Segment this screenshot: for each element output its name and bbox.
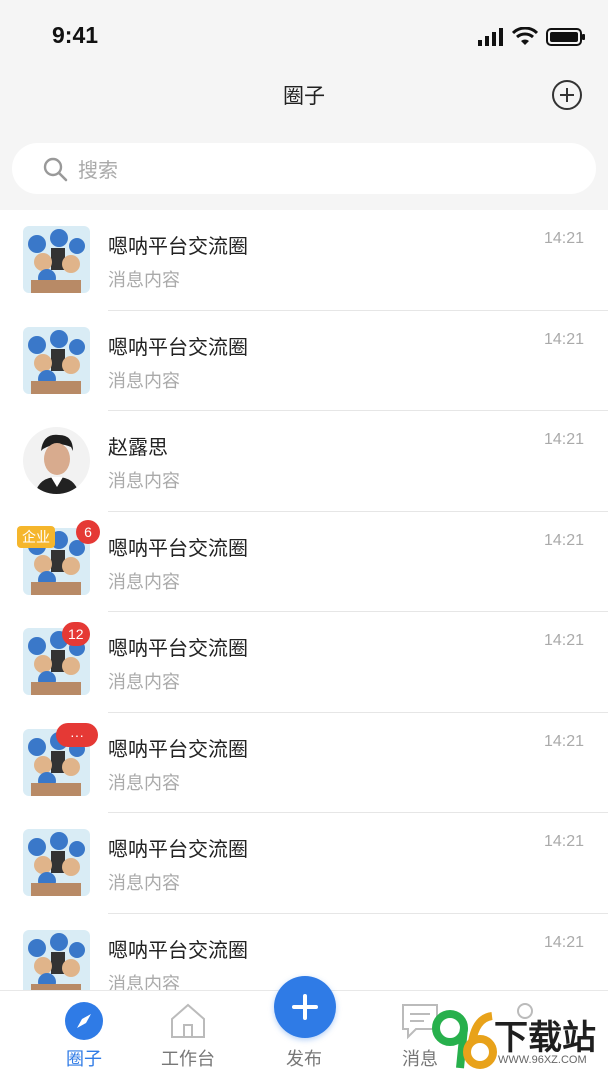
tab-workbench[interactable]: 工作台 xyxy=(128,991,248,1080)
circle-list: 嗯呐平台交流圈 消息内容 14:21 嗯呐平台交流圈 消息内容 14:21 赵露… xyxy=(0,210,608,990)
item-title: 嗯呐平台交流圈 xyxy=(108,636,248,660)
item-time: 14:21 xyxy=(543,933,584,951)
list-item[interactable]: 赵露思 消息内容 14:21 xyxy=(0,411,608,512)
item-title: 嗯呐平台交流圈 xyxy=(108,334,248,359)
list-item[interactable]: 12 嗯呐平台交流圈 消息内容 14:21 xyxy=(0,612,608,713)
signal-icon xyxy=(478,28,503,46)
unread-badge: 12 xyxy=(62,622,90,646)
status-bar: 9:41 xyxy=(0,0,608,72)
item-time: 14:21 xyxy=(543,632,584,649)
list-item[interactable]: 企业 6 嗯呐平台交流圈 消息内容 14:21 xyxy=(0,512,608,612)
group-avatar xyxy=(23,326,90,394)
tab-circle[interactable]: 圈子 xyxy=(24,991,144,1080)
search-input[interactable]: 搜索 xyxy=(12,143,596,194)
compass-icon xyxy=(65,1002,103,1040)
tab-label: 发布 xyxy=(286,1049,322,1070)
item-title: 嗯呐平台交流圈 xyxy=(108,234,248,258)
status-time: 9:41 xyxy=(52,22,99,48)
item-title: 嗯呐平台交流圈 xyxy=(108,937,248,962)
home-icon xyxy=(171,1003,205,1038)
add-button[interactable] xyxy=(552,80,582,110)
item-time: 14:21 xyxy=(543,833,584,850)
list-item[interactable]: 嗯呐平台交流圈 消息内容 14:21 xyxy=(0,311,608,411)
publish-button[interactable] xyxy=(274,976,336,1038)
status-icons xyxy=(478,26,586,48)
unread-badge: ··· xyxy=(56,722,98,747)
user-avatar xyxy=(23,427,90,494)
item-title: 赵露思 xyxy=(108,435,168,459)
enterprise-tag: 企业 xyxy=(17,525,55,548)
group-avatar xyxy=(23,829,90,896)
page-title: 圈子 xyxy=(283,84,325,108)
list-item[interactable]: 嗯呐平台交流圈 消息内容 14:21 xyxy=(0,813,608,914)
item-subtitle: 消息内容 xyxy=(108,772,180,794)
item-time: 14:21 xyxy=(543,230,584,247)
item-subtitle: 消息内容 xyxy=(108,973,180,991)
watermark-text: 下载站 xyxy=(494,1018,596,1058)
item-time: 14:21 xyxy=(543,431,584,448)
plus-icon xyxy=(560,88,574,102)
wifi-icon xyxy=(512,27,538,45)
item-time: 14:21 xyxy=(543,531,584,549)
watermark-logo xyxy=(432,1010,497,1069)
list-item[interactable]: ··· 嗯呐平台交流圈 消息内容 14:21 xyxy=(0,713,608,813)
search-icon xyxy=(43,157,68,181)
group-avatar xyxy=(23,226,90,293)
item-subtitle: 消息内容 xyxy=(108,471,180,492)
nav-bar: 圈子 xyxy=(0,72,608,122)
item-title: 嗯呐平台交流圈 xyxy=(108,837,248,861)
plus-icon xyxy=(292,994,318,1020)
item-title: 嗯呐平台交流圈 xyxy=(108,535,248,560)
item-subtitle: 消息内容 xyxy=(108,571,180,593)
tab-label: 圈子 xyxy=(66,1049,102,1070)
item-subtitle: 消息内容 xyxy=(108,370,180,392)
item-subtitle: 消息内容 xyxy=(108,873,180,894)
item-subtitle: 消息内容 xyxy=(108,270,180,291)
unread-badge: 6 xyxy=(76,519,100,544)
search-placeholder: 搜索 xyxy=(78,158,118,182)
battery-icon xyxy=(546,28,585,46)
item-title: 嗯呐平台交流圈 xyxy=(108,736,248,761)
item-time: 14:21 xyxy=(543,732,584,750)
group-avatar xyxy=(23,929,90,990)
item-subtitle: 消息内容 xyxy=(108,672,180,693)
item-time: 14:21 xyxy=(543,330,584,348)
watermark-url: WWW.96XZ.COM xyxy=(498,1054,587,1066)
tab-label: 工作台 xyxy=(161,1049,215,1070)
list-item[interactable]: 嗯呐平台交流圈 消息内容 14:21 xyxy=(0,210,608,311)
watermark: 下载站 WWW.96XZ.COM xyxy=(432,1002,602,1076)
